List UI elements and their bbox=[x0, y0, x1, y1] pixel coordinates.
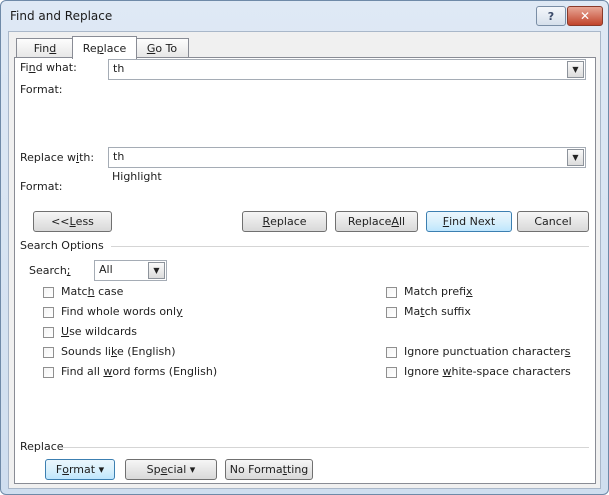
replace-tab-page: Find what: th ▼ Format: Replace with: th… bbox=[14, 57, 596, 484]
replace-format-label: Format: bbox=[20, 180, 63, 193]
search-options-divider bbox=[111, 246, 589, 247]
match-prefix-checkbox[interactable] bbox=[386, 287, 397, 298]
ignore-whitespace-checkbox[interactable] bbox=[386, 367, 397, 378]
find-what-value: th bbox=[113, 62, 125, 75]
window-title: Find and Replace bbox=[10, 9, 113, 23]
special-button[interactable]: Sp e cial ▾ bbox=[125, 459, 217, 480]
replace-section-divider bbox=[63, 447, 589, 448]
no-formatting-button[interactable]: No Forma t ting bbox=[225, 459, 313, 480]
find-all-word-forms-label: Find all word forms (English) bbox=[61, 365, 218, 378]
find-all-word-forms-checkbox[interactable] bbox=[43, 367, 54, 378]
find-next-button[interactable]: Find Next bbox=[426, 211, 512, 232]
find-replace-dialog: Find and Replace ? ✕ Fin d Re p lace Go To … bbox=[0, 0, 609, 495]
use-wildcards-checkbox[interactable] bbox=[43, 327, 54, 338]
match-prefix-label: Match prefix bbox=[404, 285, 473, 298]
replace-button[interactable]: Replace bbox=[242, 211, 327, 232]
close-icon: ✕ bbox=[579, 9, 591, 23]
find-format-label: Format: bbox=[20, 83, 63, 96]
match-case-label: Match case bbox=[61, 285, 124, 298]
chevron-down-icon[interactable]: ▼ bbox=[567, 149, 584, 166]
match-suffix-label: Match suffix bbox=[404, 305, 471, 318]
chevron-down-icon[interactable]: ▼ bbox=[567, 61, 584, 78]
replace-with-label: Replace with: bbox=[20, 151, 95, 164]
find-whole-words-checkbox[interactable] bbox=[43, 307, 54, 318]
dialog-body: Fin d Re p lace Go To Find what: th ▼ Forma… bbox=[8, 31, 601, 489]
sounds-like-label: Sounds like (English) bbox=[61, 345, 176, 358]
replace-all-button[interactable]: Replace All bbox=[335, 211, 418, 232]
ignore-punctuation-label: Ignore punctuation characters bbox=[404, 345, 571, 358]
replace-with-value: th bbox=[113, 150, 125, 163]
help-button[interactable]: ? bbox=[536, 6, 566, 26]
ignore-punctuation-checkbox[interactable] bbox=[386, 347, 397, 358]
replace-format-value: Highlight bbox=[112, 170, 162, 183]
find-what-combobox[interactable]: th ▼ bbox=[108, 59, 586, 80]
less-button[interactable]: << Less bbox=[33, 211, 112, 232]
find-what-label: Find what: bbox=[20, 61, 77, 74]
match-case-checkbox[interactable] bbox=[43, 287, 54, 298]
search-direction-select[interactable]: All ▼ bbox=[94, 260, 167, 281]
chevron-down-icon[interactable]: ▼ bbox=[148, 262, 165, 279]
tab-replace[interactable]: Re p lace bbox=[72, 36, 137, 59]
tab-goto[interactable]: Go To bbox=[135, 38, 189, 58]
use-wildcards-label: Use wildcards bbox=[61, 325, 137, 338]
match-suffix-checkbox[interactable] bbox=[386, 307, 397, 318]
ignore-whitespace-label: Ignore white-space characters bbox=[404, 365, 571, 378]
sounds-like-checkbox[interactable] bbox=[43, 347, 54, 358]
search-direction-value: All bbox=[99, 263, 113, 276]
replace-with-combobox[interactable]: th ▼ bbox=[108, 147, 586, 168]
find-whole-words-label: Find whole words only bbox=[61, 305, 183, 318]
search-options-title: Search Options bbox=[20, 239, 104, 252]
tab-find[interactable]: Fin d bbox=[16, 38, 74, 58]
title-bar: Find and Replace ? ✕ bbox=[1, 1, 608, 31]
help-icon: ? bbox=[547, 9, 555, 23]
close-button[interactable]: ✕ bbox=[567, 6, 603, 26]
cancel-button[interactable]: Cancel bbox=[517, 211, 589, 232]
replace-section-title: Replace bbox=[20, 440, 64, 453]
format-button[interactable]: Fo rmat ▾ bbox=[45, 459, 115, 480]
search-label: Search; bbox=[29, 264, 71, 277]
